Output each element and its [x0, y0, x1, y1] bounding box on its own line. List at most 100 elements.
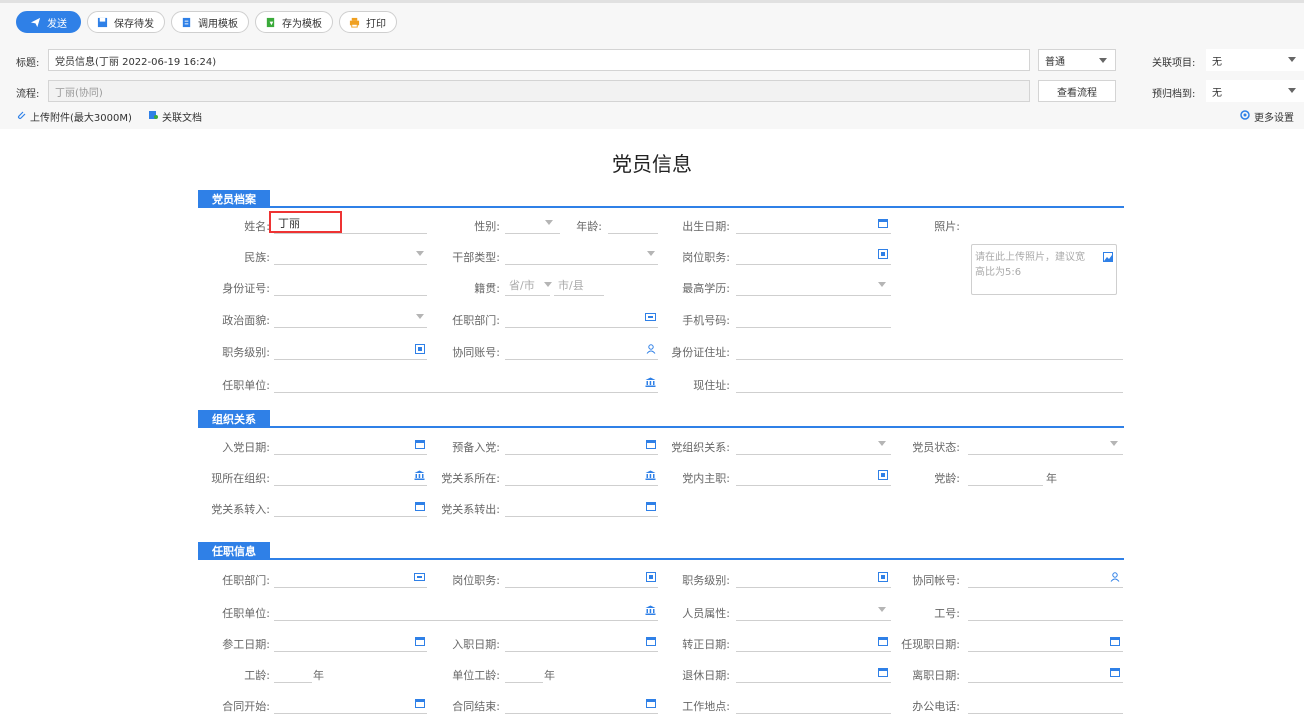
flow-input[interactable]: 丁丽(协同) — [48, 80, 1030, 102]
field-label: 职务级别: — [682, 574, 730, 587]
level-picker-icon[interactable] — [877, 571, 888, 582]
unit-seniority-input[interactable] — [505, 661, 543, 683]
field-label: 党员状态: — [912, 441, 960, 454]
building-icon[interactable] — [645, 469, 656, 480]
save-template-button[interactable]: 存为模板 — [255, 11, 333, 33]
birth-date-input[interactable] — [736, 212, 891, 234]
account-input[interactable] — [505, 338, 658, 360]
calendar-icon[interactable] — [645, 635, 656, 646]
org-picker-icon[interactable] — [645, 311, 656, 322]
post-picker-icon[interactable] — [877, 248, 888, 259]
cur-job-date-input[interactable] — [968, 630, 1123, 652]
chevron-down-icon — [1288, 57, 1296, 62]
calendar-icon[interactable] — [1109, 666, 1120, 677]
org-picker-icon[interactable] — [414, 571, 425, 582]
party-age-input[interactable] — [968, 464, 1043, 486]
id-address-input[interactable] — [736, 338, 1123, 360]
education-select[interactable] — [736, 274, 891, 296]
age-input[interactable] — [608, 212, 658, 234]
rel-loc-input[interactable] — [505, 464, 658, 486]
upload-attachment-link[interactable]: 上传附件(最大3000M) — [16, 109, 132, 124]
related-project-select[interactable]: 无 — [1206, 49, 1304, 71]
id-number-input[interactable] — [274, 274, 427, 296]
calendar-icon[interactable] — [877, 217, 888, 228]
photo-upload[interactable]: 请在此上传照片，建议宽高比为5:6 — [971, 244, 1117, 295]
calendar-icon[interactable] — [877, 666, 888, 677]
unit-input[interactable] — [274, 371, 658, 393]
user-icon[interactable] — [645, 343, 656, 354]
building-icon[interactable] — [645, 604, 656, 615]
job-unit-input[interactable] — [274, 599, 658, 621]
party-post-input[interactable] — [736, 464, 891, 486]
entry-date-input[interactable] — [505, 630, 658, 652]
field-label: 年龄: — [576, 220, 602, 233]
rel-out-date-input[interactable] — [505, 495, 658, 517]
title-input[interactable]: 党员信息(丁丽 2022-06-19 16:24) — [48, 49, 1030, 71]
field-label: 人员属性: — [682, 607, 730, 620]
field-label: 党组织关系: — [671, 441, 730, 454]
calendar-icon[interactable] — [414, 635, 425, 646]
job-account-input[interactable] — [968, 566, 1123, 588]
field-label: 干部类型: — [452, 251, 500, 264]
calendar-icon[interactable] — [645, 697, 656, 708]
job-dept-input[interactable] — [274, 566, 427, 588]
archive-select[interactable]: 无 — [1206, 80, 1304, 102]
join-date-input[interactable] — [274, 433, 427, 455]
county-select[interactable]: 市/县 — [554, 274, 604, 296]
dept-input[interactable] — [505, 306, 658, 328]
send-button[interactable]: 发送 — [16, 11, 81, 33]
party-rel-select[interactable] — [736, 433, 891, 455]
job-level-input[interactable] — [736, 566, 891, 588]
paperclip-icon — [16, 110, 26, 123]
post-picker-icon[interactable] — [645, 571, 656, 582]
mobile-input[interactable] — [736, 306, 891, 328]
job-number-input[interactable] — [968, 599, 1123, 621]
prep-date-input[interactable] — [505, 433, 658, 455]
contract-start-input[interactable] — [274, 692, 427, 714]
level-input[interactable] — [274, 338, 427, 360]
print-button[interactable]: 打印 — [339, 11, 397, 33]
seniority-input[interactable] — [274, 661, 312, 683]
work-place-input[interactable] — [736, 692, 891, 714]
field-label: 退休日期: — [682, 669, 730, 682]
calendar-icon[interactable] — [1109, 635, 1120, 646]
address-input[interactable] — [736, 371, 1123, 393]
level-picker-icon[interactable] — [414, 343, 425, 354]
regular-date-input[interactable] — [736, 630, 891, 652]
section-org: 组织关系 — [198, 410, 1124, 428]
party-status-select[interactable] — [968, 433, 1123, 455]
calendar-icon[interactable] — [414, 697, 425, 708]
cur-org-input[interactable] — [274, 464, 427, 486]
field-label: 入党日期: — [222, 441, 270, 454]
rel-in-date-input[interactable] — [274, 495, 427, 517]
user-icon[interactable] — [1109, 571, 1120, 582]
field-label: 身份证住址: — [671, 346, 730, 359]
save-draft-button[interactable]: 保存待发 — [87, 11, 165, 33]
post-picker-icon[interactable] — [877, 469, 888, 480]
priority-select[interactable]: 普通 — [1038, 49, 1116, 71]
field-label: 民族: — [244, 251, 270, 264]
view-flow-button[interactable]: 查看流程 — [1038, 80, 1116, 102]
leave-date-input[interactable] — [968, 661, 1123, 683]
post-input[interactable] — [736, 243, 891, 265]
job-attr-select[interactable] — [736, 599, 891, 621]
office-phone-input[interactable] — [968, 692, 1123, 714]
political-select[interactable] — [274, 306, 427, 328]
more-settings-link[interactable]: 更多设置 — [1240, 109, 1294, 124]
toolbar: 发送 保存待发 调用模板 存为模板 打印 — [16, 11, 397, 33]
year-unit: 年 — [1046, 472, 1057, 485]
building-icon[interactable] — [645, 376, 656, 387]
calendar-icon[interactable] — [645, 500, 656, 511]
use-template-button[interactable]: 调用模板 — [171, 11, 249, 33]
work-date-input[interactable] — [274, 630, 427, 652]
related-doc-link[interactable]: 关联文档 — [148, 109, 202, 124]
flow-label: 流程: — [16, 89, 40, 100]
field-label: 现所在组织: — [211, 472, 270, 485]
job-post-input[interactable] — [505, 566, 658, 588]
calendar-icon[interactable] — [414, 438, 425, 449]
year-unit: 年 — [544, 669, 555, 682]
cadre-type-select[interactable] — [505, 243, 658, 265]
ethnic-select[interactable] — [274, 243, 427, 265]
retire-date-input[interactable] — [736, 661, 891, 683]
contract-end-input[interactable] — [505, 692, 658, 714]
